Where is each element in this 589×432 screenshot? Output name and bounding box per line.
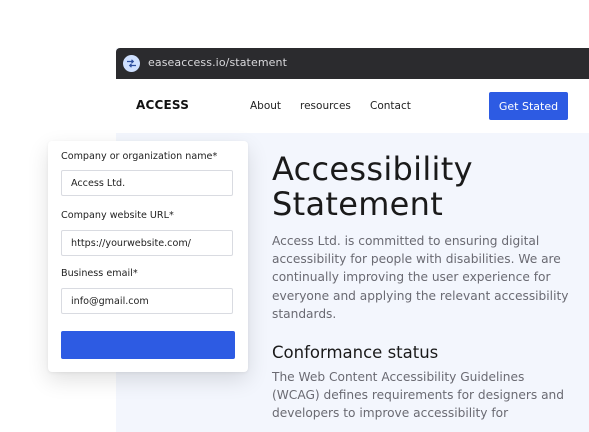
page-title-line-2: Statement <box>272 185 444 223</box>
get-started-button[interactable]: Get Stated <box>489 92 568 120</box>
company-name-label: Company or organization name* <box>61 151 218 162</box>
company-name-input[interactable]: Access Ltd. <box>61 170 233 196</box>
intro-paragraph: Access Ltd. is committed to ensuring dig… <box>272 234 569 321</box>
section-title: Conformance status <box>272 343 439 363</box>
nav-link-contact[interactable]: Contact <box>370 100 411 112</box>
submit-button[interactable] <box>61 331 235 359</box>
site-logo[interactable]: ACCESS <box>136 98 189 112</box>
address-bar[interactable]: easeaccess.io/statement <box>116 48 589 79</box>
nav-link-resources[interactable]: resources <box>300 100 351 112</box>
website-url-label: Company website URL* <box>61 210 174 221</box>
signup-form-card: Company or organization name* Access Ltd… <box>48 141 248 372</box>
business-email-input[interactable]: info@gmail.com <box>61 288 233 314</box>
url-text[interactable]: easeaccess.io/statement <box>148 56 287 69</box>
nav-link-about[interactable]: About <box>250 100 281 112</box>
page-title: Accessibility Statement <box>272 152 572 222</box>
site-settings-icon[interactable] <box>123 55 140 72</box>
page-title-line-1: Accessibility <box>272 150 473 188</box>
statement-content: Accessibility Statement Access Ltd. is c… <box>272 152 572 423</box>
section-paragraph: The Web Content Accessibility Guidelines… <box>272 370 565 421</box>
site-nav: ACCESS About resources Contact Get State… <box>116 79 589 133</box>
website-url-input[interactable]: https://yourwebsite.com/ <box>61 230 233 256</box>
business-email-label: Business email* <box>61 268 138 279</box>
